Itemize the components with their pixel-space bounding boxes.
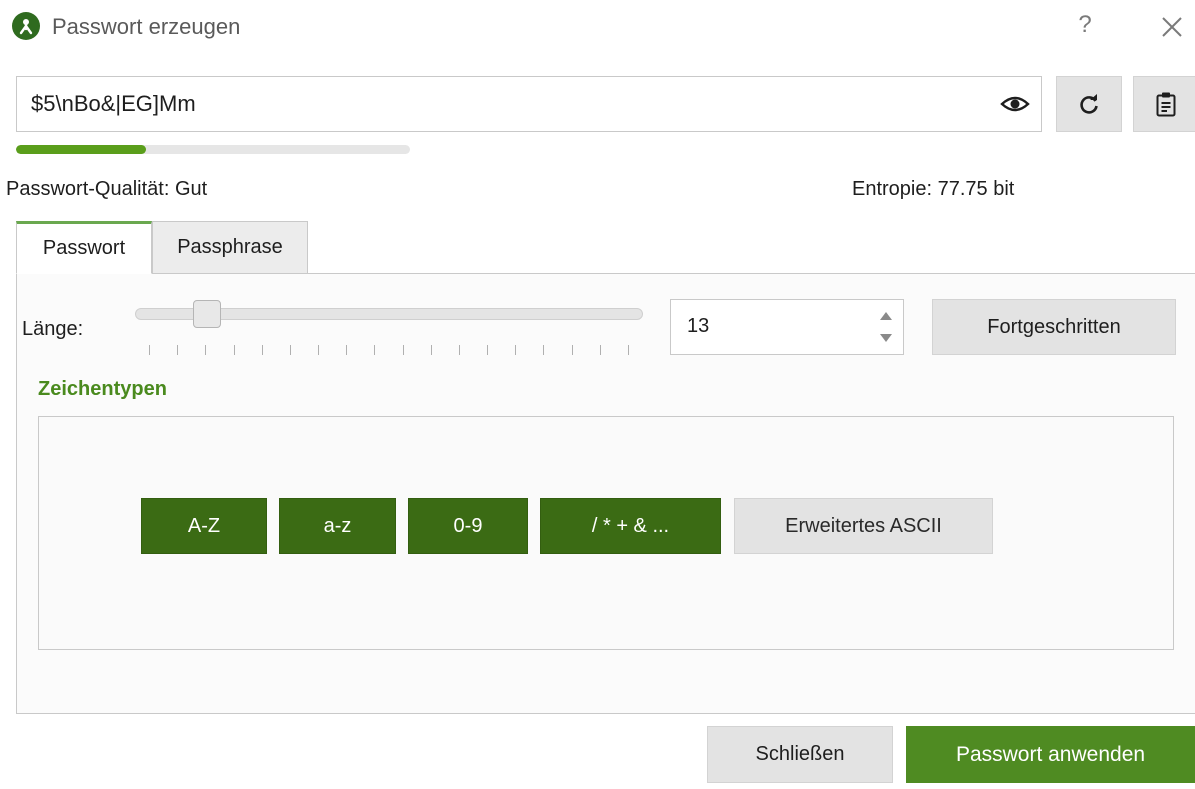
slider-tick: [628, 345, 629, 355]
spin-up-icon[interactable]: [875, 306, 897, 326]
slider-tick: [205, 345, 207, 355]
length-value[interactable]: 13: [687, 315, 709, 338]
slider-tick: [149, 345, 150, 355]
toggle-uppercase[interactable]: A-Z: [141, 498, 267, 554]
slider-tick: [261, 345, 263, 355]
slider-tick: [374, 345, 376, 355]
regenerate-button[interactable]: [1056, 76, 1122, 132]
slider-tick: [402, 345, 404, 355]
quality-bar-fill: [16, 145, 147, 154]
eye-icon[interactable]: [997, 89, 1033, 119]
toggle-extended-ascii[interactable]: Erweitertes ASCII: [734, 498, 993, 554]
slider-tick: [543, 345, 545, 355]
refresh-icon: [1080, 94, 1098, 114]
spin-down-icon[interactable]: [875, 328, 897, 348]
slider-tick: [289, 345, 291, 355]
length-label: Länge:: [22, 318, 84, 340]
password-quality-bar: [16, 145, 410, 154]
help-button[interactable]: ?: [1070, 10, 1100, 40]
entropy-label: Entropie: 77.75 bit: [852, 178, 1015, 200]
keepassxc-logo-icon: [12, 12, 40, 40]
apply-password-button[interactable]: Passwort anwenden: [906, 726, 1195, 783]
slider-tick: [487, 345, 489, 355]
window-title: Passwort erzeugen: [52, 14, 241, 39]
slider-tick: [346, 345, 348, 355]
quality-label: Passwort-Qualität: Gut: [6, 178, 208, 200]
length-slider-handle[interactable]: [193, 300, 222, 328]
tab-passphrase[interactable]: Passphrase: [152, 221, 308, 274]
close-icon[interactable]: [1155, 10, 1189, 44]
advanced-button[interactable]: Fortgeschritten: [932, 299, 1176, 355]
tab-passwort[interactable]: Passwort: [16, 221, 152, 274]
slider-tick: [233, 345, 235, 355]
slider-tick: [515, 345, 517, 355]
password-value[interactable]: $5\nBo&|EG]Mm: [31, 91, 196, 117]
toggle-lowercase[interactable]: a-z: [279, 498, 396, 554]
slider-tick: [318, 345, 320, 355]
char-types-title: Zeichentypen: [38, 378, 167, 400]
slider-tick: [430, 345, 432, 355]
length-spinbox[interactable]: 13: [670, 299, 904, 355]
copy-button[interactable]: [1133, 76, 1195, 132]
slider-tick: [571, 345, 573, 355]
slider-tick: [458, 345, 460, 355]
toggle-special[interactable]: / * + & ...: [540, 498, 721, 554]
password-field[interactable]: $5\nBo&|EG]Mm: [16, 76, 1042, 132]
clipboard-icon: [1156, 92, 1176, 117]
slider-tick: [177, 345, 179, 355]
close-button[interactable]: Schließen: [707, 726, 893, 783]
slider-tick: [599, 345, 601, 355]
toggle-digits[interactable]: 0-9: [408, 498, 528, 554]
